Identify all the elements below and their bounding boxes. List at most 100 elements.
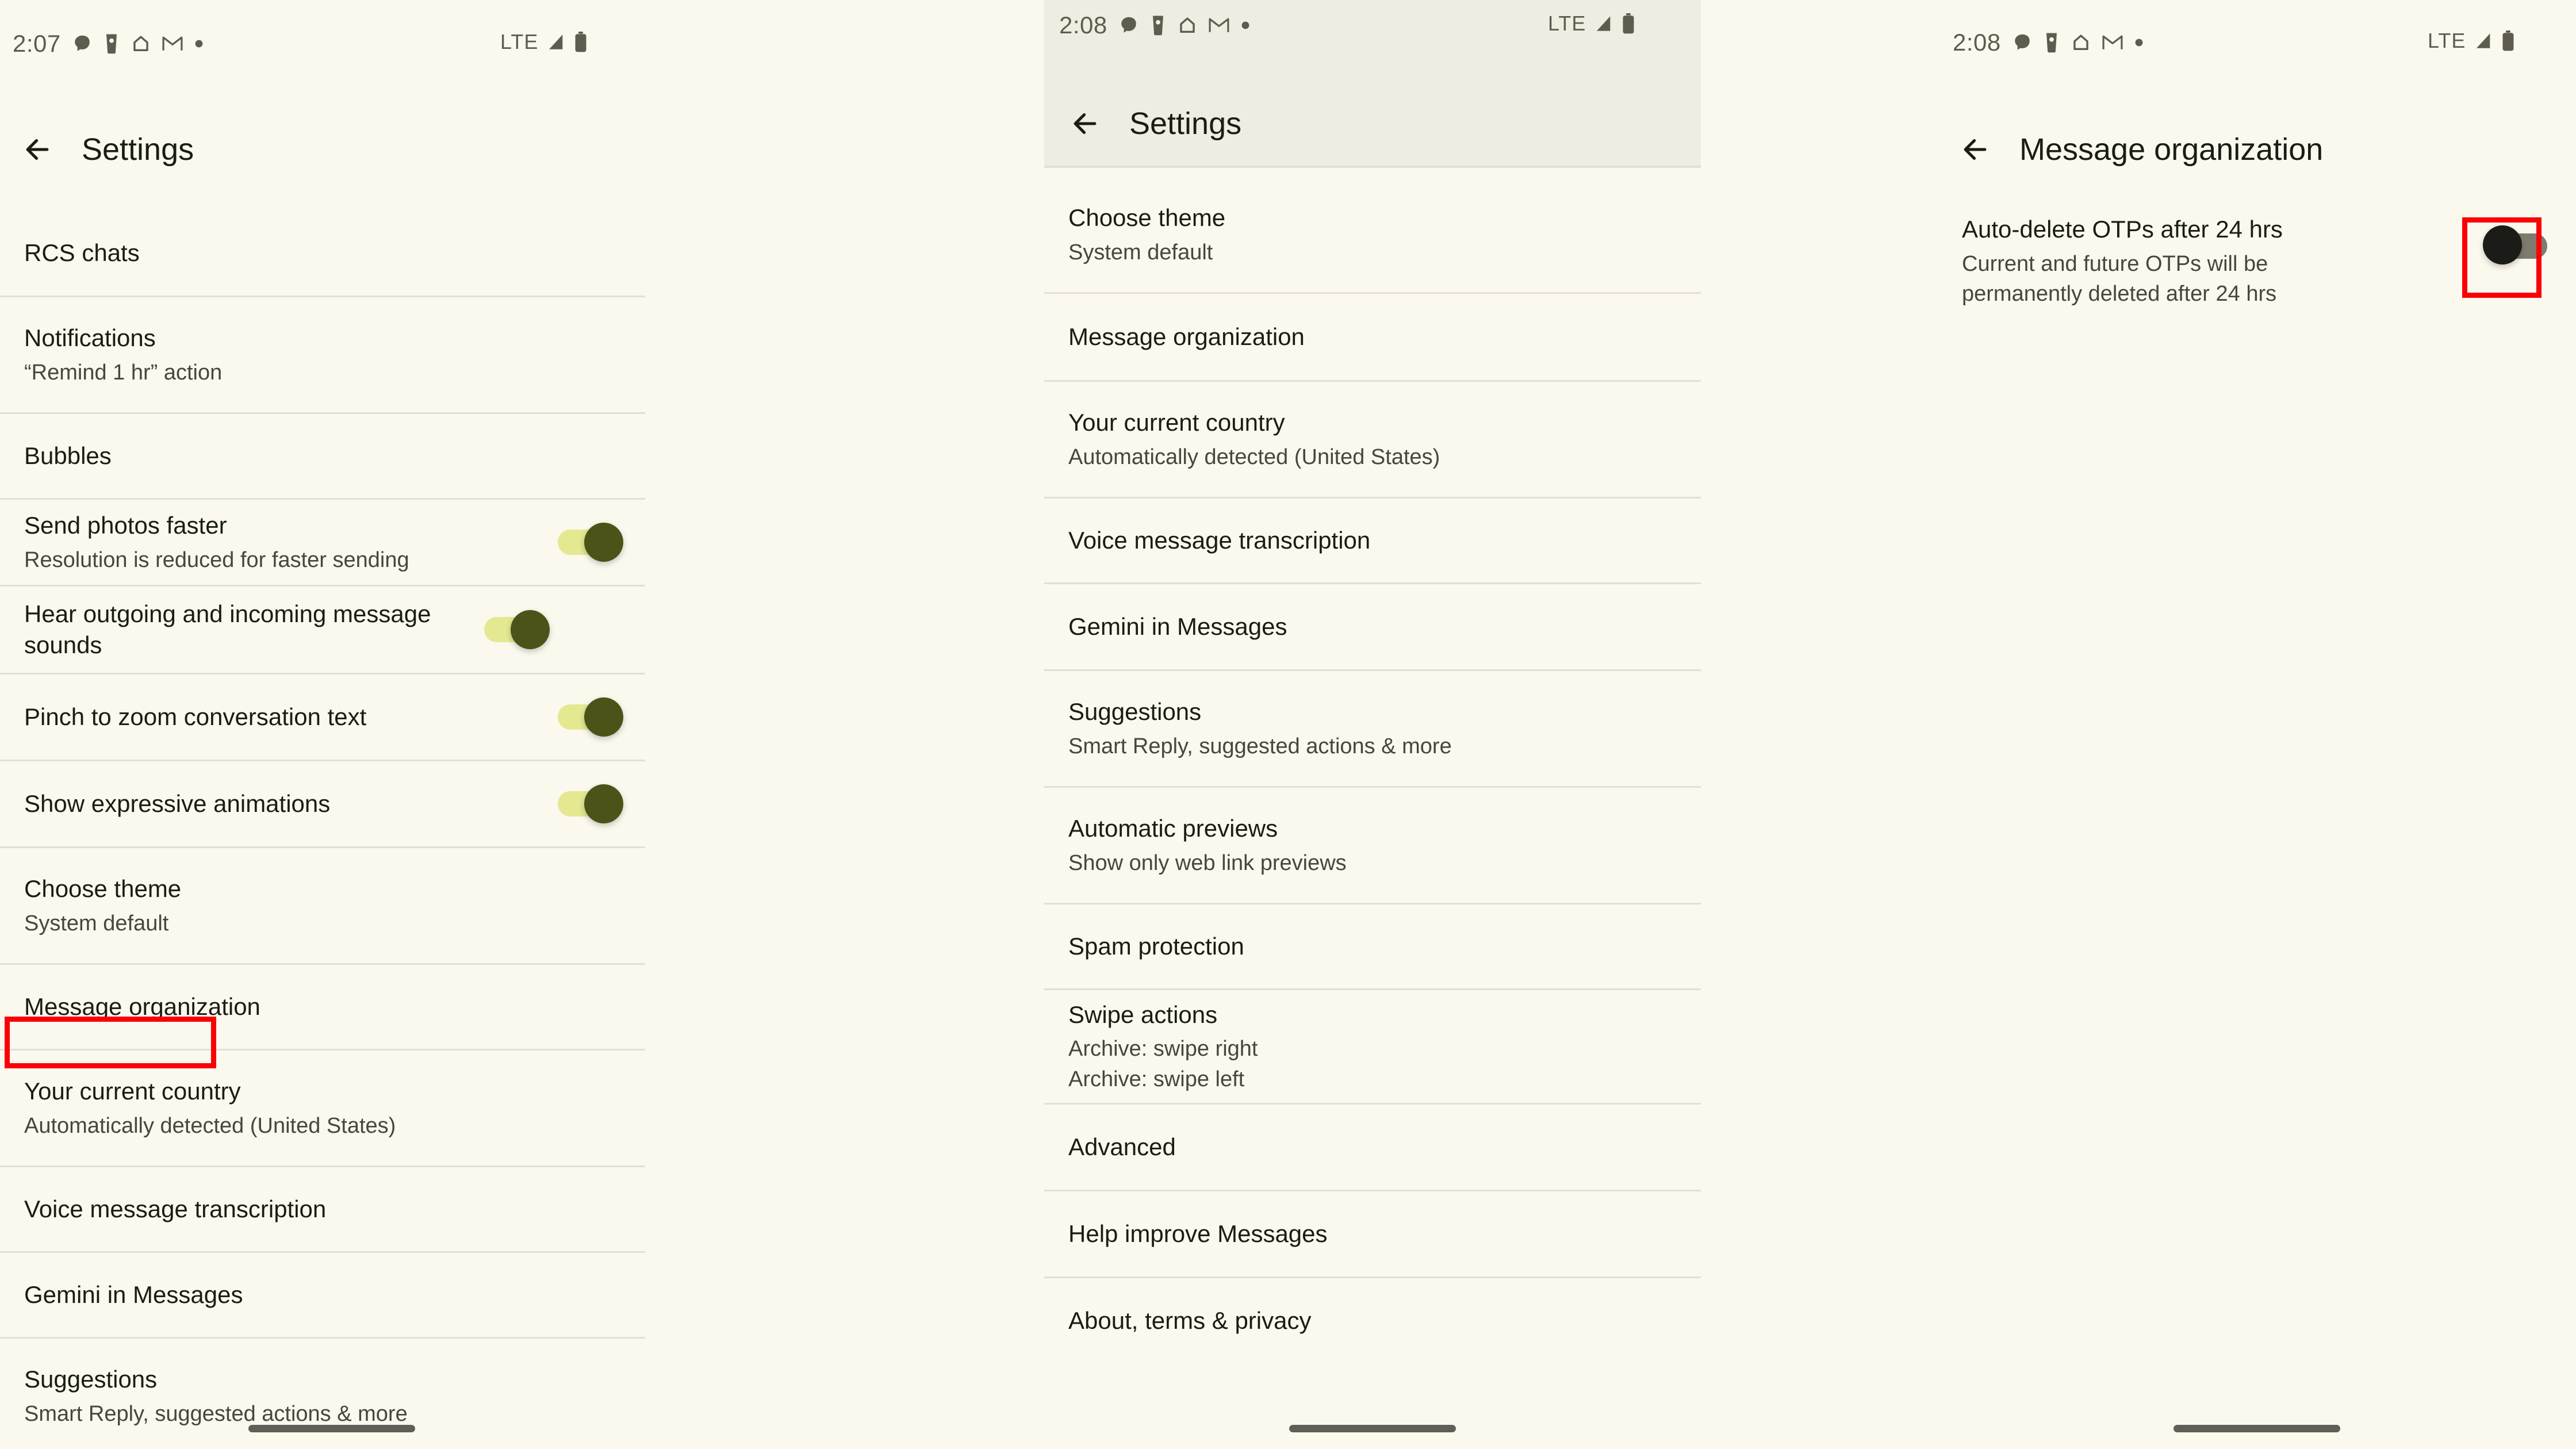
list-item[interactable]: Pinch to zoom conversation text <box>0 674 650 760</box>
home-icon <box>131 34 151 53</box>
settings-list: Choose theme System default Message orga… <box>1044 177 1701 1363</box>
list-item-subtitle-2: permanently deleted after 24 hrs <box>1962 282 2277 306</box>
status-bar-time: 2:08 <box>1059 12 1107 39</box>
list-item-title: Show expressive animations <box>24 790 331 818</box>
list-item-title: Send photos faster <box>24 511 227 539</box>
list-item-subtitle: Archive: swipe right <box>1068 1037 1258 1061</box>
toggle-thumb <box>584 523 623 562</box>
battery-icon <box>1621 13 1635 34</box>
list-item[interactable]: Advanced <box>1044 1105 1701 1190</box>
list-item-title: Message organization <box>1068 323 1305 351</box>
list-item[interactable]: Your current country Automatically detec… <box>1044 382 1701 497</box>
back-arrow-icon[interactable] <box>1955 129 1995 170</box>
send-photos-faster-toggle[interactable] <box>558 522 626 563</box>
list-item-subtitle: Current and future OTPs will be <box>1962 251 2268 276</box>
list-item-message-organization[interactable]: Message organization <box>0 965 650 1049</box>
app-bar: Settings <box>1044 92 1701 155</box>
battery-icon <box>574 32 588 52</box>
list-item[interactable]: Suggestions Smart Reply, suggested actio… <box>0 1339 650 1449</box>
status-bar-time: 2:07 <box>13 30 61 57</box>
list-item[interactable]: Hear outgoing and incoming message sound… <box>0 586 650 673</box>
list-item-auto-delete-otps[interactable]: Auto-delete OTPs after 24 hrs Current an… <box>1938 210 2576 343</box>
list-item-title: Gemini in Messages <box>24 1281 243 1309</box>
status-bar: 2:07 LTE <box>0 0 650 69</box>
list-item[interactable]: Automatic previews Show only web link pr… <box>1044 788 1701 903</box>
signal-icon <box>2474 31 2493 51</box>
phone-screen-settings-list: 2:07 LTE Settings RCS chats Notification… <box>0 0 650 1449</box>
page-title: Settings <box>1129 106 1242 141</box>
list-item-subtitle-2: Archive: swipe left <box>1068 1067 1245 1091</box>
status-bar-time: 2:08 <box>1953 29 2001 56</box>
list-item[interactable]: Suggestions Smart Reply, suggested actio… <box>1044 671 1701 786</box>
settings-list: RCS chats Notifications “Remind 1 hr” ac… <box>0 210 650 1449</box>
list-item[interactable]: Spam protection <box>1044 904 1701 988</box>
auto-delete-otps-toggle[interactable] <box>2483 224 2552 266</box>
list-item[interactable]: Send photos faster Resolution is reduced… <box>0 500 650 585</box>
gesture-nav-bar[interactable] <box>1289 1425 1456 1432</box>
message-sounds-toggle[interactable] <box>484 609 552 650</box>
list-item-title: Auto-delete OTPs after 24 hrs <box>1962 216 2283 243</box>
list-item-title: Gemini in Messages <box>1068 613 1287 641</box>
list-item-message-organization[interactable]: Message organization <box>1044 294 1701 380</box>
list-item[interactable]: Your current country Automatically detec… <box>0 1051 650 1166</box>
toggle-thumb <box>584 697 623 737</box>
list-item[interactable]: Voice message transcription <box>1044 499 1701 582</box>
list-item-title: Pinch to zoom conversation text <box>24 703 367 731</box>
toggle-thumb <box>2483 225 2522 264</box>
list-item-subtitle: System default <box>24 911 169 936</box>
toggle-thumb <box>511 610 550 649</box>
list-item-title: Spam protection <box>1068 933 1244 960</box>
gesture-nav-bar[interactable] <box>248 1425 415 1432</box>
gmail-icon <box>162 35 183 52</box>
list-item-title: Notifications <box>24 324 156 351</box>
list-item[interactable]: Show expressive animations <box>0 761 650 846</box>
home-icon <box>1178 16 1197 35</box>
status-bar-network-type: LTE <box>2428 29 2466 52</box>
chat-bubble-icon <box>2012 33 2032 52</box>
list-item-title: Voice message transcription <box>1068 527 1371 554</box>
list-item-title: Choose theme <box>24 875 182 902</box>
signal-icon <box>1594 14 1613 33</box>
list-item-title: Suggestions <box>1068 697 1202 725</box>
status-bar-network-type: LTE <box>1548 12 1586 35</box>
list-item[interactable]: Gemini in Messages <box>0 1253 650 1337</box>
list-item[interactable]: Choose theme System default <box>1044 177 1701 292</box>
home-icon <box>2071 33 2091 52</box>
list-item[interactable]: Notifications “Remind 1 hr” action <box>0 297 650 412</box>
list-item-title: Your current country <box>1068 408 1285 436</box>
coffee-cup-icon <box>103 33 120 54</box>
back-arrow-icon[interactable] <box>1065 103 1105 144</box>
page-title: Settings <box>82 132 194 167</box>
list-item[interactable]: Bubbles <box>0 414 650 498</box>
list-item-title: RCS chats <box>24 239 140 267</box>
coffee-cup-icon <box>1150 15 1166 36</box>
list-item-subtitle: Smart Reply, suggested actions & more <box>24 1401 408 1426</box>
app-bar: Settings <box>0 115 650 184</box>
status-bar-network-type: LTE <box>500 30 539 53</box>
list-item[interactable]: RCS chats <box>0 210 650 296</box>
phone-screen-settings-scrolled: 2:08 LTE Settings Choose theme System de… <box>1044 0 1701 1449</box>
dot-icon <box>194 39 204 48</box>
list-item[interactable]: About, terms & privacy <box>1044 1278 1701 1363</box>
status-bar: 2:08 LTE <box>1938 0 2576 69</box>
list-item[interactable]: Swipe actions Archive: swipe right Archi… <box>1044 990 1701 1103</box>
list-item-subtitle: Automatically detected (United States) <box>1068 444 1440 469</box>
list-item[interactable]: Choose theme System default <box>0 848 650 963</box>
list-item-subtitle: Smart Reply, suggested actions & more <box>1068 734 1452 758</box>
expressive-animations-toggle[interactable] <box>558 783 626 825</box>
dot-icon <box>1241 21 1250 30</box>
gesture-nav-bar[interactable] <box>2174 1425 2340 1432</box>
list-item[interactable]: Gemini in Messages <box>1044 584 1701 669</box>
page-title: Message organization <box>2019 132 2324 167</box>
list-item-title: Suggestions <box>24 1365 158 1393</box>
chat-bubble-icon <box>72 34 92 53</box>
divider <box>1044 166 1701 168</box>
list-item-title: Bubbles <box>24 442 112 470</box>
back-arrow-icon[interactable] <box>17 129 57 170</box>
list-item-title: Choose theme <box>1068 204 1226 231</box>
pinch-to-zoom-toggle[interactable] <box>558 696 626 738</box>
list-item[interactable]: Help improve Messages <box>1044 1191 1701 1276</box>
list-item-title: Advanced <box>1068 1133 1176 1161</box>
list-item-subtitle: Automatically detected (United States) <box>24 1113 396 1138</box>
list-item[interactable]: Voice message transcription <box>0 1167 650 1251</box>
